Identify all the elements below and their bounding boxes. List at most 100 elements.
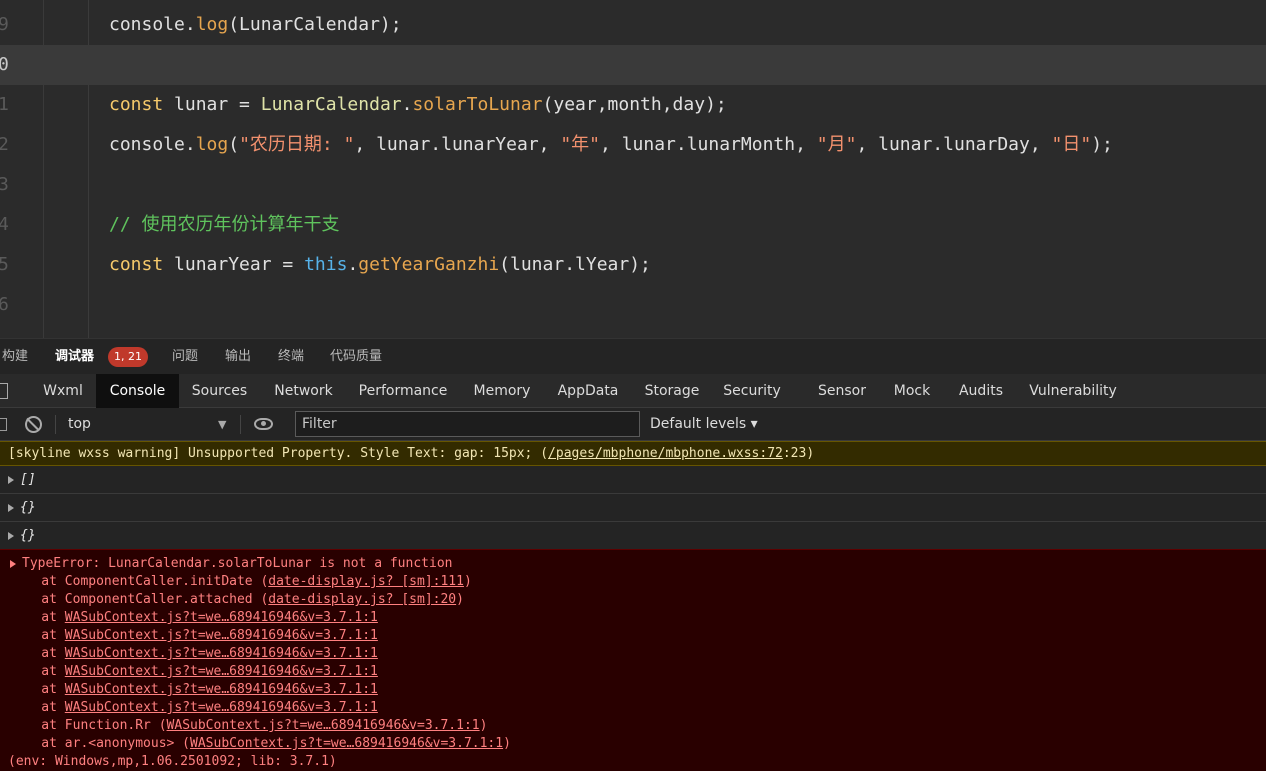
log-value: {} [20, 528, 36, 543]
tab-memory[interactable]: Memory [466, 374, 538, 408]
expand-arrow-icon[interactable] [8, 531, 14, 540]
code-line[interactable]: 9 console.log(LunarCalendar); [0, 5, 1266, 45]
toolbar-divider [55, 415, 56, 434]
console-output: [skyline wxss warning] Unsupported Prope… [0, 441, 1266, 771]
tab-build[interactable]: 构建 [2, 339, 28, 375]
code-token: (LunarCalendar); [228, 14, 402, 35]
code-token: "年" [560, 134, 601, 155]
eye-icon[interactable] [254, 418, 273, 430]
stack-source-link[interactable]: WASubContext.js?t=we…689416946&v=3.7.1:1 [65, 628, 378, 643]
stack-source-link[interactable]: WASubContext.js?t=we…689416946&v=3.7.1:1 [65, 646, 378, 661]
stack-frame: at WASubContext.js?t=we…689416946&v=3.7.… [10, 627, 378, 645]
stack-frame: at Function.Rr (WASubContext.js?t=we…689… [10, 717, 487, 735]
line-number: 1 [0, 94, 9, 115]
tab-code-quality[interactable]: 代码质量 [330, 339, 382, 375]
code-token: console. [109, 134, 196, 155]
stack-frame: at ar.<anonymous> (WASubContext.js?t=we…… [10, 735, 511, 753]
code-line[interactable]: 3 [0, 165, 1266, 205]
log-entry-object[interactable]: {} [0, 494, 1266, 522]
tab-performance[interactable]: Performance [355, 374, 451, 408]
warning-text: [skyline wxss warning] Unsupported Prope… [8, 446, 549, 461]
code-line[interactable]: 2 console.log("农历日期: ", lunar.lunarYear, … [0, 125, 1266, 165]
chevron-down-icon[interactable]: ▼ [218, 408, 226, 441]
code-token: "月" [816, 134, 857, 155]
env-info: (env: Windows,mp,1.06.2501092; lib: 3.7.… [8, 754, 337, 769]
stack-frame-text: at ComponentCaller.attached ( [10, 592, 269, 607]
log-levels-dropdown[interactable]: Default levels ▾ [650, 408, 758, 441]
stack-frame-text: at [10, 646, 65, 661]
stack-frame-text: at [10, 610, 65, 625]
clear-console-icon[interactable] [25, 416, 42, 433]
log-entry-array[interactable]: [] [0, 466, 1266, 494]
error-title[interactable]: TypeError: LunarCalendar.solarToLunar is… [10, 555, 452, 573]
code-token: // 使用农历年份计算年干支 [109, 214, 340, 235]
stack-frame-text: at ComponentCaller.initDate ( [10, 574, 269, 589]
tab-terminal[interactable]: 终端 [278, 339, 304, 375]
log-entry-object[interactable]: {} [0, 522, 1266, 550]
error-message: TypeError: LunarCalendar.solarToLunar is… [0, 549, 1266, 771]
code-line[interactable]: 6 [0, 285, 1266, 325]
code-token: const [109, 94, 164, 115]
stack-frame-text: at Function.Rr ( [10, 718, 167, 733]
filter-input[interactable] [295, 411, 640, 437]
expand-arrow-icon[interactable] [8, 503, 14, 512]
tab-sources[interactable]: Sources [182, 374, 257, 408]
stack-source-link[interactable]: WASubContext.js?t=we…689416946&v=3.7.1:1 [65, 610, 378, 625]
code-editor[interactable]: 9 console.log(LunarCalendar); 0 1 const luna… [0, 0, 1266, 338]
code-token: getYearGanzhi [358, 254, 500, 275]
warning-source-link[interactable]: /pages/mbphone/mbphone.wxss:72 [548, 446, 783, 461]
context-select[interactable]: top [68, 408, 91, 441]
code-token: . [347, 254, 359, 275]
tab-network[interactable]: Network [266, 374, 341, 408]
tab-debugger[interactable]: 调试器 [55, 339, 94, 375]
code-token: ( [228, 134, 240, 155]
stack-source-link[interactable]: WASubContext.js?t=we…689416946&v=3.7.1:1 [65, 682, 378, 697]
stack-source-link[interactable]: WASubContext.js?t=we…689416946&v=3.7.1:1 [65, 664, 378, 679]
tab-console[interactable]: Console [96, 374, 179, 408]
code-line[interactable]: 5 const lunarYear = this.getYearGanzhi(lu… [0, 245, 1266, 285]
tab-security[interactable]: Security [718, 374, 786, 408]
code-token: . [401, 94, 413, 115]
stack-source-link[interactable]: WASubContext.js?t=we…689416946&v=3.7.1:1 [65, 700, 378, 715]
code-text: // 使用农历年份计算年干支 [109, 205, 340, 245]
inspect-element-icon[interactable] [0, 383, 8, 399]
stack-source-link[interactable]: WASubContext.js?t=we…689416946&v=3.7.1:1 [190, 736, 503, 751]
sidebar-toggle-icon[interactable] [0, 418, 7, 431]
code-token: (year,month,day); [542, 94, 727, 115]
line-number: 5 [0, 254, 9, 275]
stack-frame-text: ) [463, 574, 472, 589]
expand-arrow-icon[interactable] [8, 475, 14, 484]
line-number: 2 [0, 134, 9, 155]
code-token: (lunar.lYear); [499, 254, 651, 275]
warning-message: [skyline wxss warning] Unsupported Prope… [0, 441, 1266, 466]
code-line[interactable]: 1 const lunar = LunarCalendar.solarToLuna… [0, 85, 1266, 125]
tab-mock[interactable]: Mock [884, 374, 940, 408]
code-token: , lunar.lunarMonth, [600, 134, 817, 155]
code-token: solarToLunar [412, 94, 543, 115]
tab-vulnerability[interactable]: Vulnerability [1024, 374, 1122, 408]
stack-frame-text: ) [456, 592, 464, 607]
code-line[interactable]: 4 // 使用农历年份计算年干支 [0, 205, 1266, 245]
code-line[interactable]: 0 [0, 45, 1266, 85]
tab-wxml[interactable]: Wxml [30, 374, 96, 408]
stack-source-link[interactable]: WASubContext.js?t=we…689416946&v=3.7.1:1 [167, 718, 480, 733]
tab-audits[interactable]: Audits [952, 374, 1010, 408]
stack-frame: at WASubContext.js?t=we…689416946&v=3.7.… [10, 681, 378, 699]
error-title-text: TypeError: LunarCalendar.solarToLunar is… [22, 556, 453, 571]
tab-output[interactable]: 输出 [225, 339, 251, 375]
line-number: 3 [0, 174, 9, 195]
tab-issues[interactable]: 问题 [172, 339, 198, 375]
code-token: , lunar.lunarDay, [856, 134, 1052, 155]
stack-source-link[interactable]: date-display.js? [sm]:20 [268, 592, 456, 607]
log-value: [] [20, 472, 36, 487]
expand-arrow-icon[interactable] [10, 559, 16, 568]
tab-storage[interactable]: Storage [638, 374, 706, 408]
tab-sensor[interactable]: Sensor [810, 374, 874, 408]
stack-frame-text: at [10, 700, 65, 715]
tab-appdata[interactable]: AppData [552, 374, 624, 408]
stack-source-link[interactable]: date-display.js? [sm]:111 [268, 574, 464, 589]
code-token: console. [109, 14, 196, 35]
devtools-tab-bar: Wxml Console Sources Network Performance… [0, 374, 1266, 408]
stack-frame: at WASubContext.js?t=we…689416946&v=3.7.… [10, 663, 378, 681]
stack-frame-text: at [10, 682, 65, 697]
